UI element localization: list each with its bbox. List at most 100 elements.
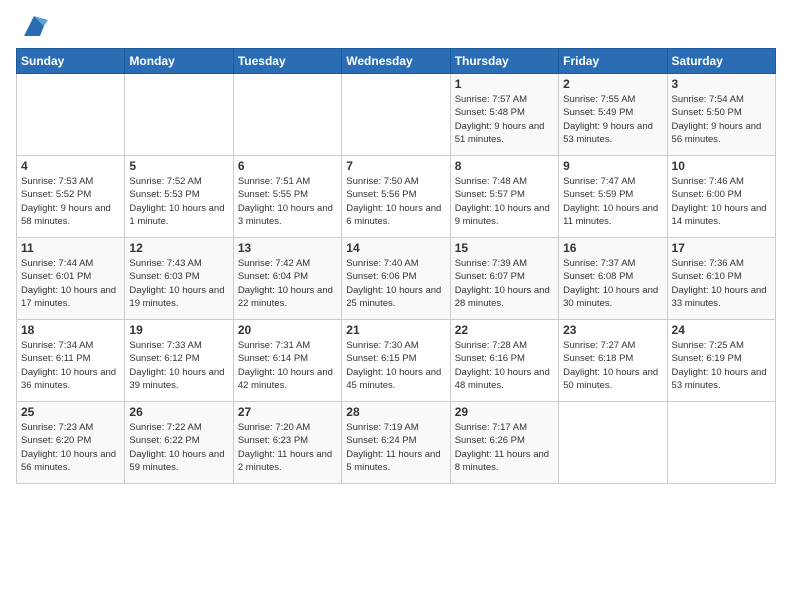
day-number: 17 xyxy=(672,241,771,255)
day-number: 16 xyxy=(563,241,662,255)
day-number: 4 xyxy=(21,159,120,173)
logo-icon xyxy=(20,12,48,40)
day-number: 1 xyxy=(455,77,554,91)
day-info: Sunrise: 7:46 AM Sunset: 6:00 PM Dayligh… xyxy=(672,175,771,228)
column-header-sunday: Sunday xyxy=(17,49,125,74)
day-info: Sunrise: 7:33 AM Sunset: 6:12 PM Dayligh… xyxy=(129,339,228,392)
column-header-monday: Monday xyxy=(125,49,233,74)
calendar-cell: 29Sunrise: 7:17 AM Sunset: 6:26 PM Dayli… xyxy=(450,402,558,484)
day-number: 2 xyxy=(563,77,662,91)
calendar-cell: 7 Sunrise: 7:50 AM Sunset: 5:56 PM Daylig… xyxy=(342,156,450,238)
day-number: 15 xyxy=(455,241,554,255)
calendar-cell: 23Sunrise: 7:27 AM Sunset: 6:18 PM Dayli… xyxy=(559,320,667,402)
day-info: Sunrise: 7:44 AM Sunset: 6:01 PM Dayligh… xyxy=(21,257,120,310)
day-info: Sunrise: 7:52 AM Sunset: 5:53 PM Dayligh… xyxy=(129,175,228,228)
day-info: Sunrise: 7:42 AM Sunset: 6:04 PM Dayligh… xyxy=(238,257,337,310)
column-header-thursday: Thursday xyxy=(450,49,558,74)
calendar-cell xyxy=(125,74,233,156)
calendar-cell: 6 Sunrise: 7:51 AM Sunset: 5:55 PM Daylig… xyxy=(233,156,341,238)
calendar-cell: 15 Sunrise: 7:39 AM Sunset: 6:07 PM Dayli… xyxy=(450,238,558,320)
calendar-cell xyxy=(559,402,667,484)
calendar-cell: 16Sunrise: 7:37 AM Sunset: 6:08 PM Dayli… xyxy=(559,238,667,320)
day-info: Sunrise: 7:39 AM Sunset: 6:07 PM Dayligh… xyxy=(455,257,554,310)
day-info: Sunrise: 7:43 AM Sunset: 6:03 PM Dayligh… xyxy=(129,257,228,310)
calendar-cell: 11 Sunrise: 7:44 AM Sunset: 6:01 PM Dayli… xyxy=(17,238,125,320)
logo xyxy=(16,12,48,40)
day-number: 20 xyxy=(238,323,337,337)
day-number: 29 xyxy=(455,405,554,419)
day-info: Sunrise: 7:40 AM Sunset: 6:06 PM Dayligh… xyxy=(346,257,445,310)
day-number: 12 xyxy=(129,241,228,255)
calendar-cell: 17 Sunrise: 7:36 AM Sunset: 6:10 PM Dayli… xyxy=(667,238,775,320)
calendar-cell: 8 Sunrise: 7:48 AM Sunset: 5:57 PM Daylig… xyxy=(450,156,558,238)
day-number: 9 xyxy=(563,159,662,173)
day-info: Sunrise: 7:30 AM Sunset: 6:15 PM Dayligh… xyxy=(346,339,445,392)
day-number: 8 xyxy=(455,159,554,173)
day-number: 3 xyxy=(672,77,771,91)
calendar-cell xyxy=(667,402,775,484)
day-info: Sunrise: 7:53 AM Sunset: 5:52 PM Dayligh… xyxy=(21,175,120,228)
day-number: 10 xyxy=(672,159,771,173)
day-number: 7 xyxy=(346,159,445,173)
calendar-cell: 10 Sunrise: 7:46 AM Sunset: 6:00 PM Dayli… xyxy=(667,156,775,238)
day-info: Sunrise: 7:25 AM Sunset: 6:19 PM Dayligh… xyxy=(672,339,771,392)
day-number: 6 xyxy=(238,159,337,173)
calendar-cell: 2 Sunrise: 7:55 AM Sunset: 5:49 PM Daylig… xyxy=(559,74,667,156)
calendar-cell: 12 Sunrise: 7:43 AM Sunset: 6:03 PM Dayli… xyxy=(125,238,233,320)
calendar-cell: 3 Sunrise: 7:54 AM Sunset: 5:50 PM Daylig… xyxy=(667,74,775,156)
day-info: Sunrise: 7:36 AM Sunset: 6:10 PM Dayligh… xyxy=(672,257,771,310)
calendar-page: SundayMondayTuesdayWednesdayThursdayFrid… xyxy=(0,0,792,612)
calendar-cell: 20 Sunrise: 7:31 AM Sunset: 6:14 PM Dayli… xyxy=(233,320,341,402)
day-info: Sunrise: 7:22 AM Sunset: 6:22 PM Dayligh… xyxy=(129,421,228,474)
day-number: 25 xyxy=(21,405,120,419)
calendar-header-row: SundayMondayTuesdayWednesdayThursdayFrid… xyxy=(17,49,776,74)
calendar-cell: 27 Sunrise: 7:20 AM Sunset: 6:23 PM Dayli… xyxy=(233,402,341,484)
calendar-cell: 5 Sunrise: 7:52 AM Sunset: 5:53 PM Daylig… xyxy=(125,156,233,238)
calendar-cell: 26 Sunrise: 7:22 AM Sunset: 6:22 PM Dayli… xyxy=(125,402,233,484)
calendar-week-4: 18 Sunrise: 7:34 AM Sunset: 6:11 PM Dayli… xyxy=(17,320,776,402)
day-info: Sunrise: 7:47 AM Sunset: 5:59 PM Dayligh… xyxy=(563,175,662,228)
calendar-cell: 14 Sunrise: 7:40 AM Sunset: 6:06 PM Dayli… xyxy=(342,238,450,320)
day-number: 26 xyxy=(129,405,228,419)
day-info: Sunrise: 7:27 AM Sunset: 6:18 PM Dayligh… xyxy=(563,339,662,392)
day-info: Sunrise: 7:54 AM Sunset: 5:50 PM Dayligh… xyxy=(672,93,771,146)
day-info: Sunrise: 7:28 AM Sunset: 6:16 PM Dayligh… xyxy=(455,339,554,392)
day-number: 11 xyxy=(21,241,120,255)
calendar-cell: 13 Sunrise: 7:42 AM Sunset: 6:04 PM Dayli… xyxy=(233,238,341,320)
day-number: 22 xyxy=(455,323,554,337)
calendar-cell xyxy=(233,74,341,156)
column-header-wednesday: Wednesday xyxy=(342,49,450,74)
calendar-cell: 28Sunrise: 7:19 AM Sunset: 6:24 PM Dayli… xyxy=(342,402,450,484)
calendar-cell: 19 Sunrise: 7:33 AM Sunset: 6:12 PM Dayli… xyxy=(125,320,233,402)
calendar-week-3: 11 Sunrise: 7:44 AM Sunset: 6:01 PM Dayli… xyxy=(17,238,776,320)
calendar-cell: 1Sunrise: 7:57 AM Sunset: 5:48 PM Daylig… xyxy=(450,74,558,156)
calendar-table: SundayMondayTuesdayWednesdayThursdayFrid… xyxy=(16,48,776,484)
day-number: 18 xyxy=(21,323,120,337)
calendar-cell: 25 Sunrise: 7:23 AM Sunset: 6:20 PM Dayli… xyxy=(17,402,125,484)
day-number: 5 xyxy=(129,159,228,173)
day-number: 13 xyxy=(238,241,337,255)
calendar-cell: 21Sunrise: 7:30 AM Sunset: 6:15 PM Dayli… xyxy=(342,320,450,402)
day-number: 19 xyxy=(129,323,228,337)
column-header-friday: Friday xyxy=(559,49,667,74)
day-number: 14 xyxy=(346,241,445,255)
day-info: Sunrise: 7:48 AM Sunset: 5:57 PM Dayligh… xyxy=(455,175,554,228)
day-info: Sunrise: 7:23 AM Sunset: 6:20 PM Dayligh… xyxy=(21,421,120,474)
calendar-cell xyxy=(17,74,125,156)
calendar-cell: 18 Sunrise: 7:34 AM Sunset: 6:11 PM Dayli… xyxy=(17,320,125,402)
day-number: 24 xyxy=(672,323,771,337)
day-number: 27 xyxy=(238,405,337,419)
day-info: Sunrise: 7:31 AM Sunset: 6:14 PM Dayligh… xyxy=(238,339,337,392)
day-info: Sunrise: 7:51 AM Sunset: 5:55 PM Dayligh… xyxy=(238,175,337,228)
day-info: Sunrise: 7:55 AM Sunset: 5:49 PM Dayligh… xyxy=(563,93,662,146)
day-info: Sunrise: 7:34 AM Sunset: 6:11 PM Dayligh… xyxy=(21,339,120,392)
day-info: Sunrise: 7:19 AM Sunset: 6:24 PM Dayligh… xyxy=(346,421,445,474)
day-info: Sunrise: 7:20 AM Sunset: 6:23 PM Dayligh… xyxy=(238,421,337,474)
calendar-cell: 4 Sunrise: 7:53 AM Sunset: 5:52 PM Daylig… xyxy=(17,156,125,238)
page-header xyxy=(16,12,776,40)
column-header-tuesday: Tuesday xyxy=(233,49,341,74)
calendar-week-1: 1Sunrise: 7:57 AM Sunset: 5:48 PM Daylig… xyxy=(17,74,776,156)
calendar-cell: 9 Sunrise: 7:47 AM Sunset: 5:59 PM Daylig… xyxy=(559,156,667,238)
day-info: Sunrise: 7:50 AM Sunset: 5:56 PM Dayligh… xyxy=(346,175,445,228)
calendar-cell xyxy=(342,74,450,156)
